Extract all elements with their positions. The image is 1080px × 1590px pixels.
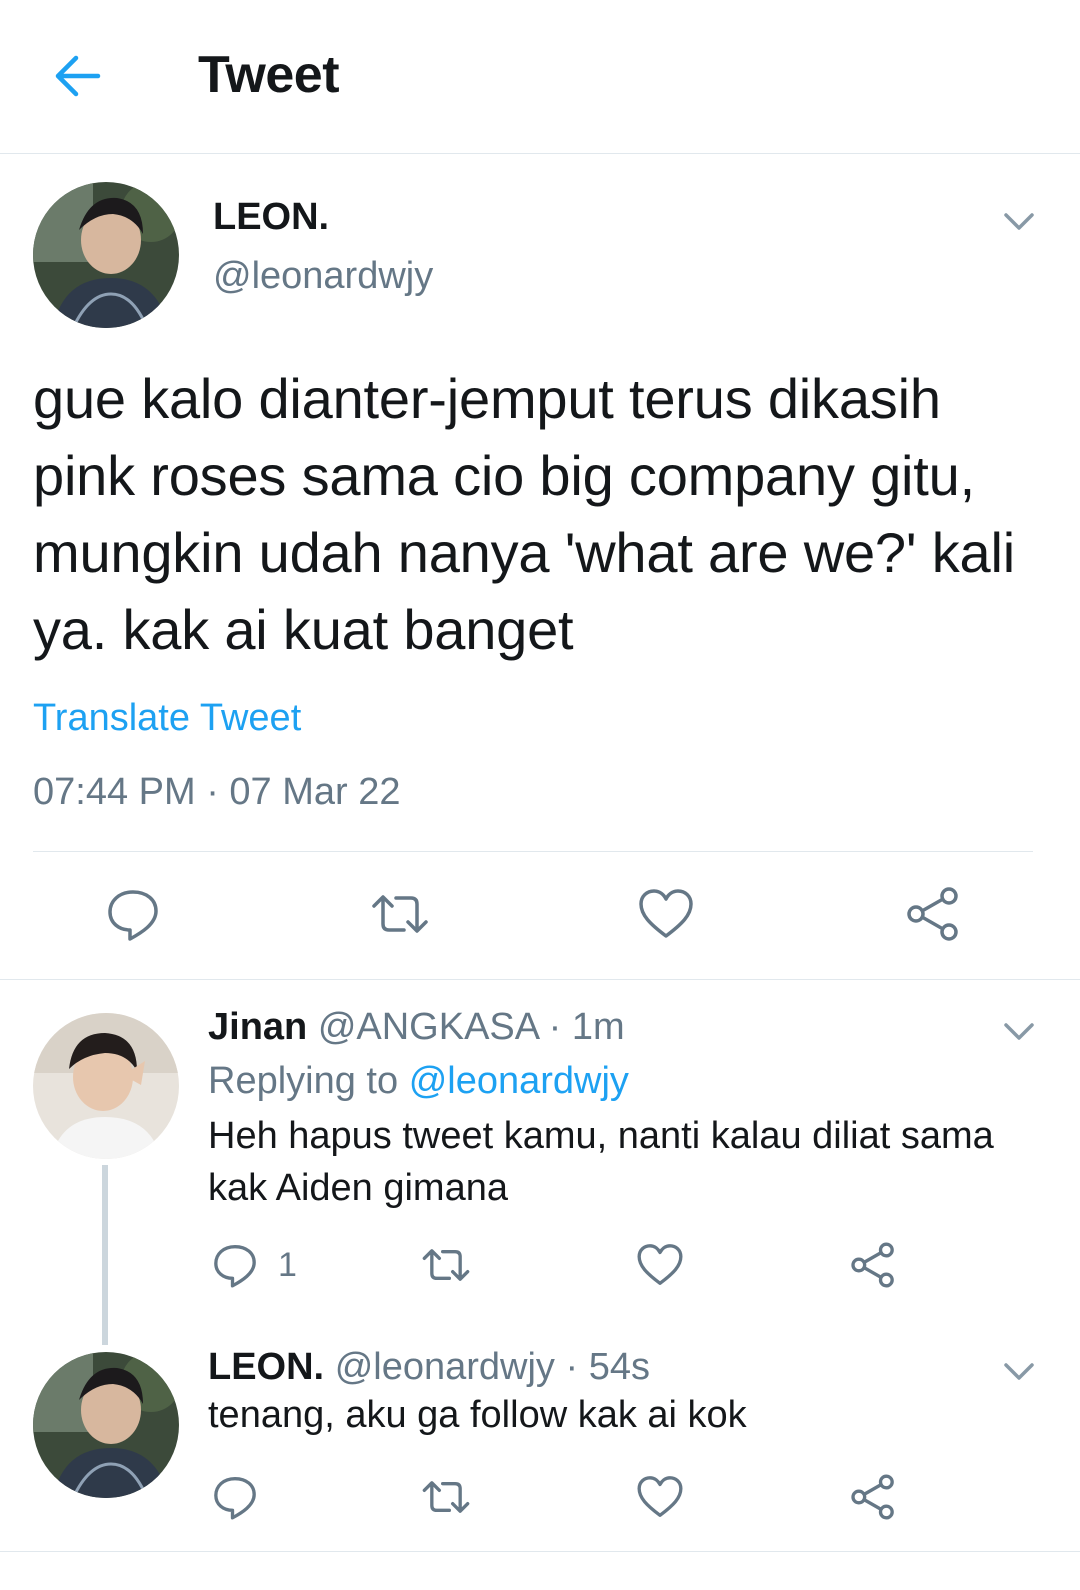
tweet-menu-button[interactable]	[998, 1350, 1040, 1392]
chevron-down-icon	[1004, 213, 1034, 230]
replying-to-handle[interactable]: @leonardwjy	[409, 1060, 629, 1102]
share-icon	[907, 887, 958, 941]
translate-tweet-link[interactable]: Translate Tweet	[33, 697, 301, 740]
divider	[0, 1551, 1080, 1552]
thread-line	[102, 1165, 108, 1345]
separator: ·	[565, 1346, 579, 1388]
divider	[0, 979, 1080, 980]
retweet-button[interactable]	[421, 1472, 471, 1522]
heart-icon	[639, 889, 693, 938]
divider	[33, 851, 1033, 852]
share-icon	[851, 1242, 894, 1288]
reply-button[interactable]	[210, 1240, 260, 1290]
replying-to-label: Replying to	[208, 1060, 399, 1102]
tweet-text: gue kalo dianter-jemput terus dikasih pi…	[33, 367, 1015, 661]
author-handle[interactable]: @ANGKASA	[318, 1006, 538, 1048]
reply-button[interactable]	[210, 1472, 260, 1522]
tweet-menu-button[interactable]	[998, 1010, 1040, 1052]
arrow-left-icon	[55, 55, 101, 97]
retweet-icon	[372, 895, 428, 933]
chevron-down-icon	[1004, 1363, 1034, 1380]
avatar[interactable]	[33, 1013, 179, 1159]
reply-icon	[214, 1477, 256, 1520]
heart-icon	[637, 1244, 683, 1285]
replying-to: Replying to @leonardwjy	[208, 1060, 629, 1103]
reply-header: LEON. @leonardwjy · 54s	[208, 1346, 650, 1389]
share-button[interactable]	[903, 884, 963, 944]
avatar[interactable]	[33, 182, 179, 328]
author-handle[interactable]: @leonardwjy	[335, 1346, 555, 1388]
like-button[interactable]	[635, 1472, 685, 1522]
separator: ·	[548, 1006, 562, 1048]
retweet-icon	[422, 1481, 470, 1513]
back-button[interactable]	[48, 46, 108, 106]
reply-text: Heh hapus tweet kamu, nanti kalau diliat…	[208, 1115, 994, 1209]
author-name[interactable]: Jinan	[208, 1006, 307, 1048]
reply-icon	[214, 1245, 256, 1288]
retweet-button[interactable]	[421, 1240, 471, 1290]
heart-icon	[637, 1476, 683, 1517]
tweet-menu-button[interactable]	[998, 200, 1040, 242]
page-title: Tweet	[198, 46, 340, 104]
top-bar	[0, 0, 1080, 154]
reply-time[interactable]: 1m	[572, 1006, 625, 1048]
reply-button[interactable]	[103, 884, 163, 944]
author-name[interactable]: LEON.	[208, 1346, 324, 1388]
reply-count: 1	[278, 1246, 297, 1284]
retweet-button[interactable]	[370, 884, 430, 944]
reply-icon	[108, 890, 158, 941]
like-button[interactable]	[635, 1240, 685, 1290]
share-button[interactable]	[848, 1240, 898, 1290]
chevron-down-icon	[1004, 1023, 1034, 1040]
share-icon	[851, 1474, 894, 1520]
reply-text: tenang, aku ga follow kak ai kok	[208, 1394, 747, 1436]
tweet-timestamp[interactable]: 07:44 PM · 07 Mar 22	[33, 771, 401, 814]
reply-time[interactable]: 54s	[589, 1346, 650, 1388]
like-button[interactable]	[636, 884, 696, 944]
reply-header: Jinan @ANGKASA · 1m	[208, 1006, 625, 1049]
author-handle[interactable]: @leonardwjy	[213, 255, 433, 298]
avatar[interactable]	[33, 1352, 179, 1498]
author-name[interactable]: LEON.	[213, 196, 329, 239]
retweet-icon	[422, 1249, 470, 1281]
share-button[interactable]	[848, 1472, 898, 1522]
